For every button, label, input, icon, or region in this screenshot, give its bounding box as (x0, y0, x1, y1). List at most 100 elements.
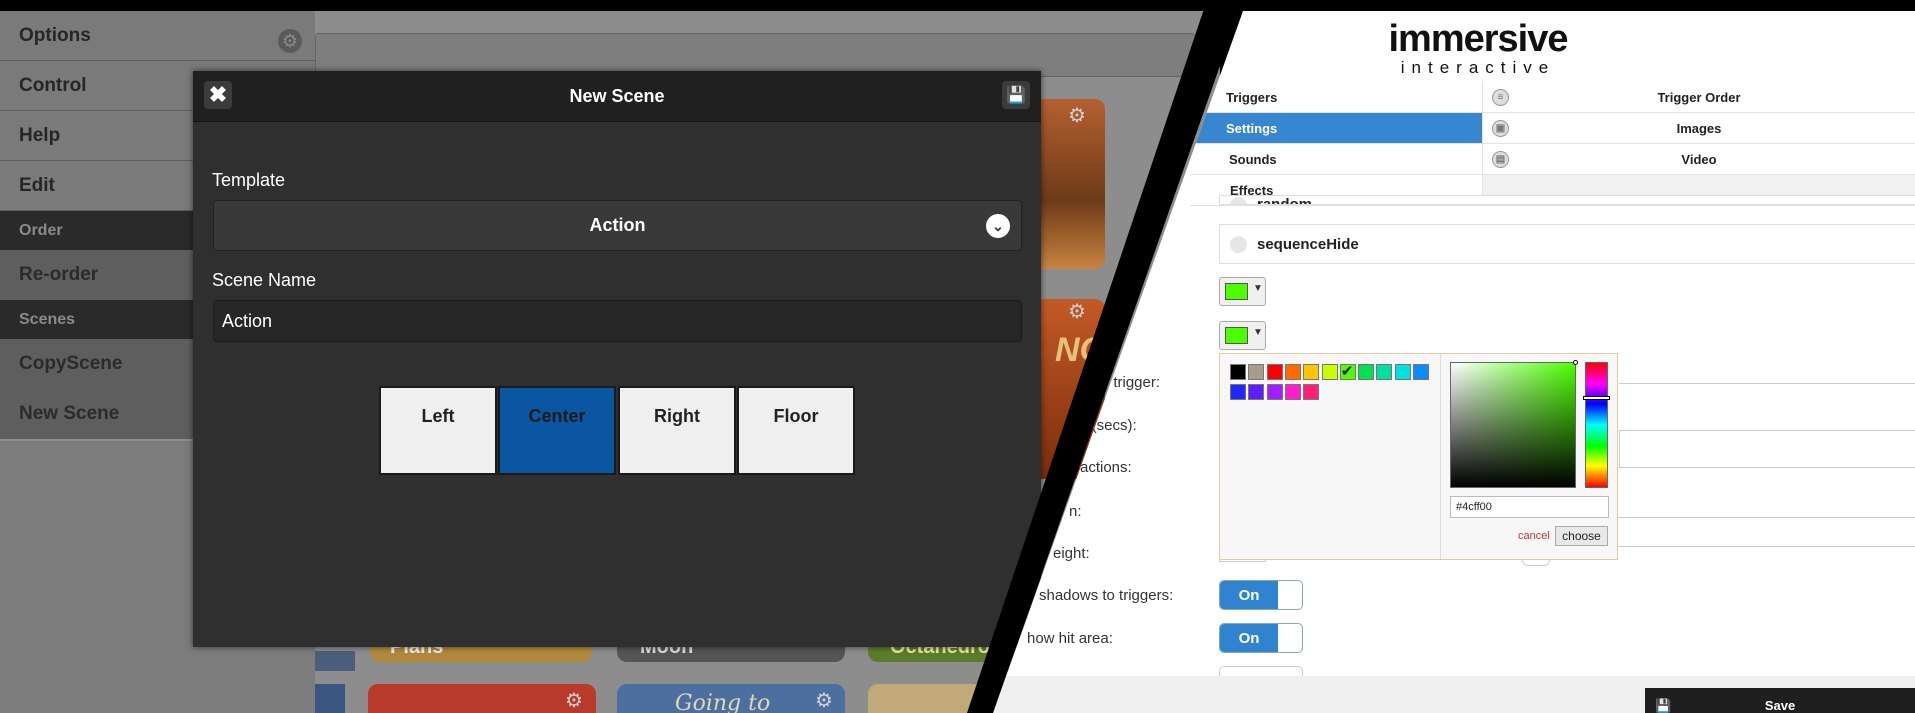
tab-label: Triggers (1226, 89, 1278, 105)
tab-settings[interactable]: Settings (1190, 113, 1482, 144)
position-button-label: Center (528, 406, 586, 426)
position-button-right[interactable]: Right (618, 386, 736, 475)
checkmark-icon: ✔ (1340, 363, 1354, 380)
palette-swatch[interactable] (1230, 364, 1246, 380)
gear-icon[interactable]: ⚙ (1068, 299, 1086, 324)
thumbnail-label: Going to (675, 691, 771, 713)
close-button[interactable]: ✖ (204, 81, 232, 109)
sidebar-item-options[interactable]: Options (0, 11, 315, 61)
cancel-link[interactable]: cancel (1518, 530, 1550, 542)
sidebar-item-label: Control (19, 74, 87, 96)
gear-icon[interactable]: ⚙ (278, 29, 302, 53)
palette-swatch[interactable] (1266, 364, 1283, 380)
palette-swatch[interactable] (1321, 364, 1338, 380)
saturation-value-handle[interactable] (1573, 360, 1578, 365)
color-swatch-button[interactable]: ▼ (1219, 321, 1266, 350)
palette-swatch[interactable] (1266, 384, 1283, 400)
color-swatch (1225, 283, 1248, 300)
chevron-down-icon: ⌄ (986, 214, 1010, 238)
thumbnail-edge (315, 651, 355, 671)
saturation-value-area[interactable] (1450, 362, 1576, 488)
palette-swatch[interactable] (1284, 384, 1301, 400)
tab-label: Trigger Order (1657, 89, 1741, 105)
hue-slider-handle[interactable] (1583, 396, 1610, 400)
tab-triggers[interactable]: Triggers (1190, 82, 1482, 113)
template-label: Template (212, 170, 286, 190)
sidebar-item-label: Options (19, 24, 91, 46)
gear-icon[interactable]: ⚙ (815, 688, 833, 713)
property-label: how hit area: (1027, 630, 1113, 647)
scene-thumbnail-treasure[interactable] (368, 684, 596, 713)
position-button-center[interactable]: Center (498, 386, 616, 475)
input-field[interactable] (1619, 383, 1915, 384)
logo-subtitle: interactive (1400, 58, 1556, 77)
palette-swatch[interactable] (1376, 364, 1393, 380)
divider (1440, 354, 1441, 559)
toggle-on-label: On (1220, 581, 1278, 609)
palette-swatch[interactable] (1303, 364, 1320, 380)
close-icon: ✖ (208, 82, 228, 107)
position-button-floor[interactable]: Floor (737, 386, 855, 475)
property-label: actions: (1080, 459, 1132, 476)
hex-color-value: #4cff00 (1456, 501, 1492, 513)
scene-name-label: Scene Name (212, 270, 317, 290)
choose-button[interactable]: choose (1555, 526, 1608, 546)
palette-swatch[interactable] (1284, 364, 1301, 380)
color-picker-popup: ✔ #4cff00 cancel choose (1219, 353, 1618, 560)
radio-button[interactable] (1230, 235, 1247, 253)
film-icon: ▤ (1492, 151, 1509, 168)
dropdown-arrow-icon: ▼ (1253, 327, 1263, 338)
tab-label: Video (1681, 151, 1717, 167)
floppy-disk-icon: 💾 (1006, 87, 1026, 104)
hit-area-toggle[interactable]: On (1219, 623, 1303, 653)
gear-icon[interactable]: ⚙ (565, 688, 583, 713)
radio-row-random[interactable]: random (1219, 195, 1915, 205)
shadows-toggle[interactable]: On (1219, 580, 1303, 610)
radio-row-sequencehide[interactable]: sequenceHide (1219, 224, 1915, 264)
palette-swatch[interactable] (1248, 364, 1265, 380)
save-label: Save (1764, 698, 1796, 713)
property-label: n: (1069, 503, 1082, 520)
input-field[interactable] (1619, 430, 1915, 468)
save-bar-button[interactable]: 💾 Save (1645, 688, 1915, 713)
dropdown-arrow-icon: ▼ (1253, 283, 1263, 294)
position-button-left[interactable]: Left (379, 386, 497, 475)
tab-sounds[interactable]: Sounds (1190, 144, 1482, 175)
radio-button[interactable] (1230, 197, 1247, 204)
scene-name-input[interactable]: Action (213, 300, 1022, 342)
position-button-label: Left (421, 406, 455, 426)
color-swatch-button[interactable]: ▼ (1219, 277, 1266, 306)
immersive-interactive-logo: immersive interactive (1386, 19, 1570, 79)
hex-color-input[interactable]: #4cff00 (1450, 496, 1609, 518)
gear-icon[interactable]: ⚙ (1068, 103, 1086, 128)
palette-swatch[interactable] (1248, 384, 1265, 400)
hue-slider[interactable] (1585, 362, 1608, 488)
top-black-border (0, 0, 1915, 11)
template-select[interactable]: Action ⌄ (213, 200, 1022, 251)
scene-name-value: Action (222, 310, 273, 331)
new-scene-modal: New Scene ✖ 💾 Template Action ⌄ Scene Na… (193, 71, 1041, 647)
sidebar-item-label: Help (19, 124, 61, 146)
palette-swatch[interactable] (1230, 384, 1246, 400)
palette-swatch[interactable]: ✔ (1339, 363, 1356, 380)
tab-video[interactable]: ▤ Video (1482, 144, 1915, 175)
palette-swatch[interactable] (1413, 364, 1429, 380)
sidebar-item-label: Re-order (19, 263, 99, 285)
save-button[interactable]: 💾 (1002, 81, 1030, 109)
tab-images[interactable]: ▣ Images (1482, 113, 1915, 144)
position-button-label: Floor (773, 406, 819, 426)
image-icon: ▣ (1492, 120, 1509, 137)
tab-label: Sounds (1229, 151, 1277, 167)
tab-label: Settings (1226, 120, 1278, 136)
radio-label: sequenceHide (1257, 235, 1359, 253)
sidebar-item-label: Edit (19, 174, 55, 196)
palette-swatch[interactable] (1358, 364, 1375, 380)
tab-trigger-order[interactable]: ≡ Trigger Order (1482, 82, 1915, 113)
list-icon: ≡ (1492, 89, 1509, 106)
palette-swatch[interactable] (1394, 364, 1411, 380)
property-label: eight: (1053, 545, 1090, 562)
palette-swatch[interactable] (1303, 384, 1320, 400)
stage: ⚙ ⚙ NO Plans Moon Octahedron ⚙ Going to … (0, 0, 1915, 713)
thumbnail-label: NO (1055, 331, 1106, 369)
sidebar-item-label: CopyScene (19, 352, 123, 374)
